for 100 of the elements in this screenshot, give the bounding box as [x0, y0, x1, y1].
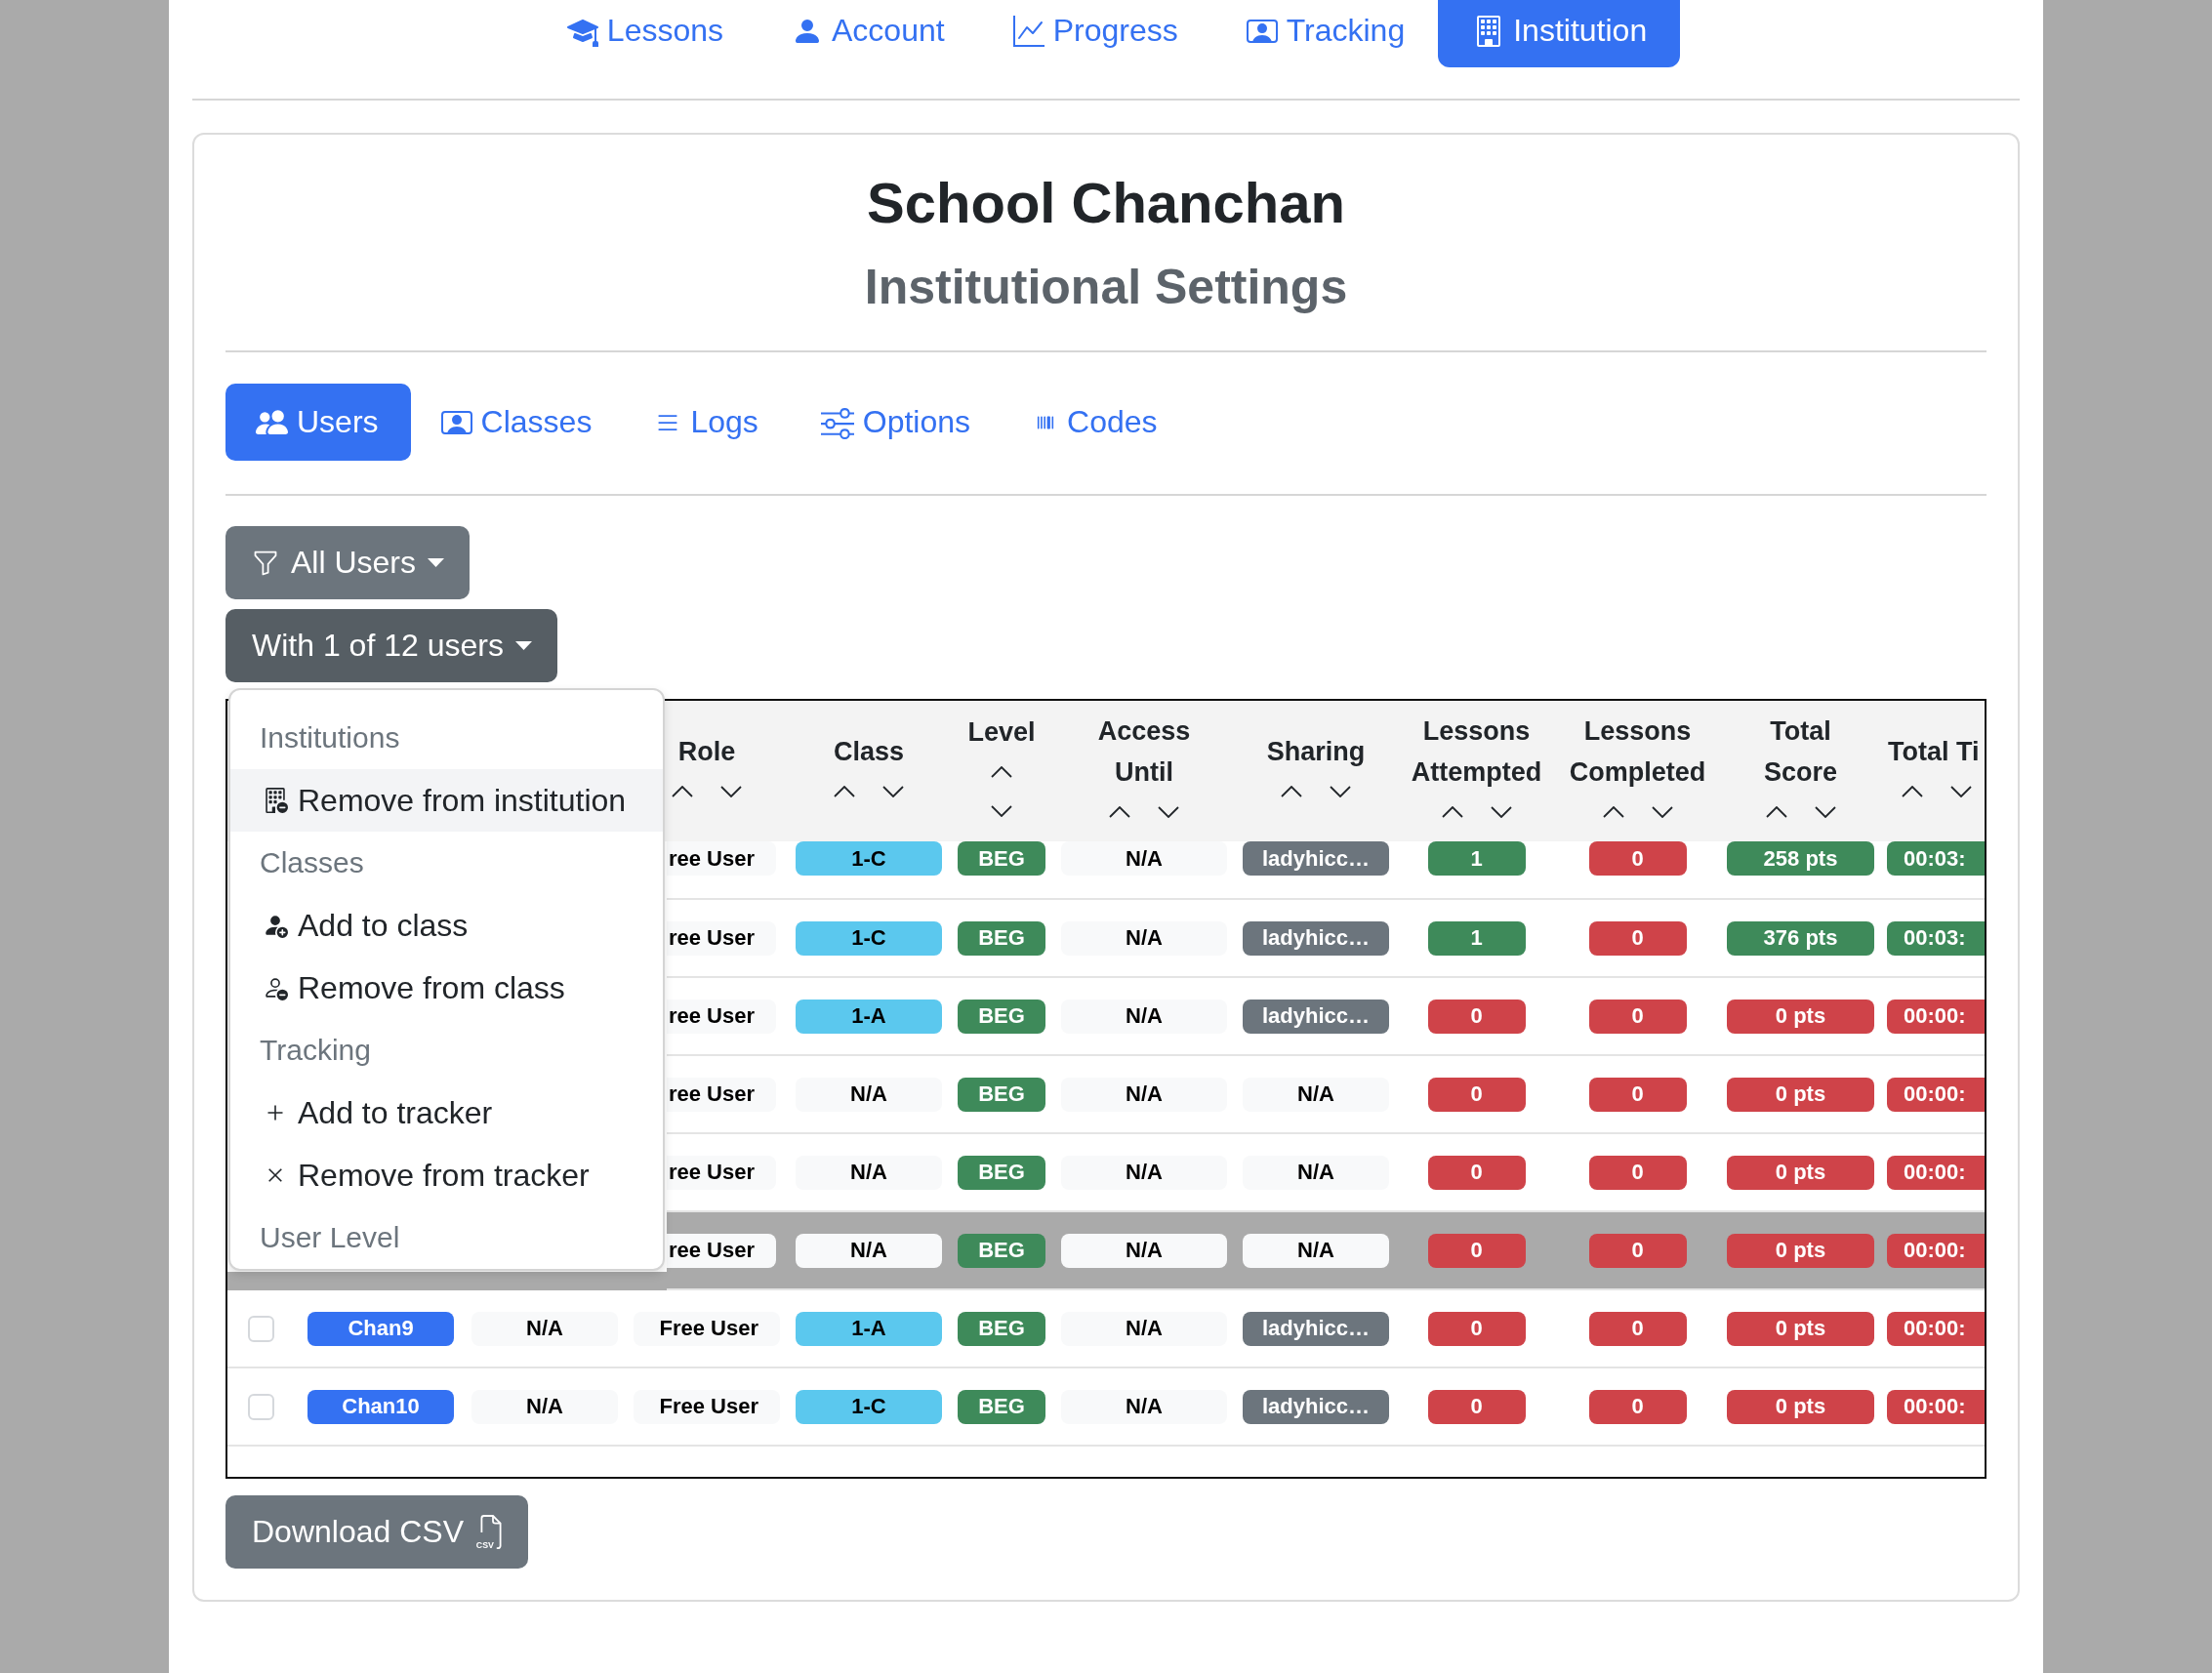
score-badge: 0 pts [1727, 1233, 1874, 1268]
lessons-completed-badge: 0 [1588, 1311, 1687, 1346]
nav-link[interactable]: Account [757, 0, 978, 67]
role-badge: ree User [667, 1155, 776, 1190]
score-badge: 0 pts [1727, 1311, 1874, 1346]
chevron-down-icon[interactable] [1651, 806, 1673, 818]
chevron-up-icon[interactable] [1441, 806, 1463, 818]
chevron-down-icon[interactable] [1330, 786, 1351, 797]
class-badge: 1-C [796, 841, 942, 876]
access-until-badge: N/A [1061, 1389, 1227, 1424]
score-badge: 258 pts [1727, 841, 1874, 876]
sharing-badge: ladyhicc… [1243, 841, 1389, 876]
role-badge: ree User [667, 841, 776, 876]
sharing-badge: ladyhicc… [1243, 999, 1389, 1034]
chevron-up-icon[interactable] [672, 786, 693, 797]
nav-link[interactable]: Lessons [531, 0, 757, 67]
chevron-up-icon[interactable] [1902, 786, 1923, 797]
chevron-up-icon[interactable] [991, 766, 1012, 778]
access-until-badge: N/A [1061, 920, 1227, 956]
tab[interactable]: Options [790, 384, 1004, 461]
nav-link[interactable]: Institution [1438, 0, 1681, 67]
chevron-down-icon[interactable] [1814, 806, 1836, 818]
sharing-badge: ladyhicc… [1243, 920, 1389, 956]
level-badge: BEG [958, 1077, 1045, 1112]
lessons-completed-badge: 0 [1588, 1077, 1687, 1112]
menu-item[interactable]: Remove from tracker [230, 1144, 663, 1206]
class-badge: N/A [796, 1233, 942, 1268]
column-header: Access Until [1096, 715, 1192, 789]
lessons-attempted-badge: 0 [1427, 999, 1526, 1034]
tab[interactable]: Users [225, 384, 411, 461]
caret-down-icon [428, 558, 444, 567]
table-row[interactable]: Chan10 N/A Free User 1-C BEG N/A ladyhicc… 0 0 0 pts 00:00: [227, 1368, 1985, 1447]
chevron-up-icon[interactable] [1602, 806, 1624, 818]
level-badge: BEG [958, 999, 1045, 1034]
nav-link[interactable]: Progress [977, 0, 1211, 67]
menu-item-label: Add to tracker [298, 1094, 493, 1131]
table-row[interactable]: ree User 1-A BEG N/A ladyhicc… 0 0 0 pts 00:00: [667, 978, 1985, 1056]
access-until-badge: N/A [1061, 1233, 1227, 1268]
role-badge: ree User [667, 920, 776, 956]
tab[interactable]: Logs [624, 384, 791, 461]
menu-item[interactable]: Add to tracker [230, 1081, 663, 1144]
column-header: Total Score [1762, 715, 1838, 789]
funnel-icon [252, 549, 279, 577]
score-badge: 0 pts [1727, 1077, 1874, 1112]
menu-item[interactable]: Add to class [230, 894, 663, 957]
menu-item-label: Remove from class [298, 969, 565, 1006]
menu-item[interactable]: Remove from institution [230, 769, 663, 832]
sliders-icon [820, 405, 854, 439]
level-badge: BEG [958, 1389, 1045, 1424]
time-badge: 00:00: [1887, 1155, 1985, 1190]
row-checkbox[interactable] [247, 1315, 274, 1342]
menu-item-label: Add to class [298, 907, 469, 944]
chevron-up-icon[interactable] [1281, 786, 1302, 797]
level-badge: BEG [958, 920, 1045, 956]
table-row[interactable]: ree User 1-C BEG N/A ladyhicc… 1 0 376 pts 00:03: [667, 900, 1985, 978]
menu-section-header: User Level [259, 1220, 401, 1255]
menu-item-label: Remove from tracker [298, 1157, 590, 1194]
tab[interactable]: Codes [1003, 384, 1190, 461]
chevron-down-icon[interactable] [720, 786, 742, 797]
chevron-down-icon[interactable] [882, 786, 904, 797]
bulk-action-button[interactable]: With 1 of 12 users [225, 609, 557, 682]
column-header: Class [833, 736, 905, 768]
chevron-up-icon[interactable] [1109, 806, 1130, 818]
lessons-attempted-badge: 1 [1427, 841, 1526, 876]
score-badge: 376 pts [1727, 920, 1874, 956]
x-mark-icon [267, 1168, 282, 1182]
class-badge: N/A [796, 1155, 942, 1190]
class-badge: 1-A [796, 1311, 942, 1346]
table-row[interactable]: ree User N/A BEG N/A N/A 0 0 0 pts 00:00: [667, 1212, 1985, 1290]
table-row[interactable]: ree User 1-C BEG N/A ladyhicc… 1 0 258 pts 00:03: [667, 841, 1985, 900]
chevron-down-icon[interactable] [1490, 806, 1512, 818]
chevron-down-icon[interactable] [991, 805, 1012, 817]
chevron-up-icon[interactable] [1765, 806, 1787, 818]
row-checkbox[interactable] [247, 1393, 274, 1420]
access-until-badge: N/A [1061, 1311, 1227, 1346]
chevron-up-icon[interactable] [834, 786, 855, 797]
time-badge: 00:03: [1887, 841, 1985, 876]
time-badge: 00:00: [1887, 999, 1985, 1034]
access-until-badge: N/A [1061, 841, 1227, 876]
table-row[interactable]: ree User N/A BEG N/A N/A 0 0 0 pts 00:00: [667, 1134, 1985, 1212]
username-badge: Chan10 [307, 1389, 454, 1424]
time-badge: 00:03: [1887, 920, 1985, 956]
chevron-down-icon[interactable] [1950, 786, 1972, 797]
sharing-badge: ladyhicc… [1243, 1311, 1389, 1346]
sharing-badge: N/A [1243, 1233, 1389, 1268]
column-header: Lessons Attempted [1410, 715, 1543, 789]
tab[interactable]: Classes [410, 384, 625, 461]
menu-item[interactable]: Remove from class [230, 957, 663, 1019]
chevron-down-icon[interactable] [1158, 806, 1179, 818]
role-badge: ree User [667, 1233, 776, 1268]
level-badge: BEG [958, 1155, 1045, 1190]
username-badge: Chan9 [307, 1311, 454, 1346]
filter-button[interactable]: All Users [225, 526, 470, 599]
table-row[interactable]: Chan9 N/A Free User 1-A BEG N/A ladyhicc… 0 0 0 pts 00:00: [227, 1290, 1985, 1368]
table-row[interactable]: ree User N/A BEG N/A N/A 0 0 0 pts 00:00: [667, 1056, 1985, 1134]
download-csv-button[interactable]: Download CSV CSV [225, 1495, 528, 1569]
nav-link[interactable]: Tracking [1210, 0, 1439, 67]
lessons-completed-badge: 0 [1588, 1233, 1687, 1268]
line-chart-icon [1012, 15, 1045, 47]
access-until-badge: N/A [1061, 1077, 1227, 1112]
